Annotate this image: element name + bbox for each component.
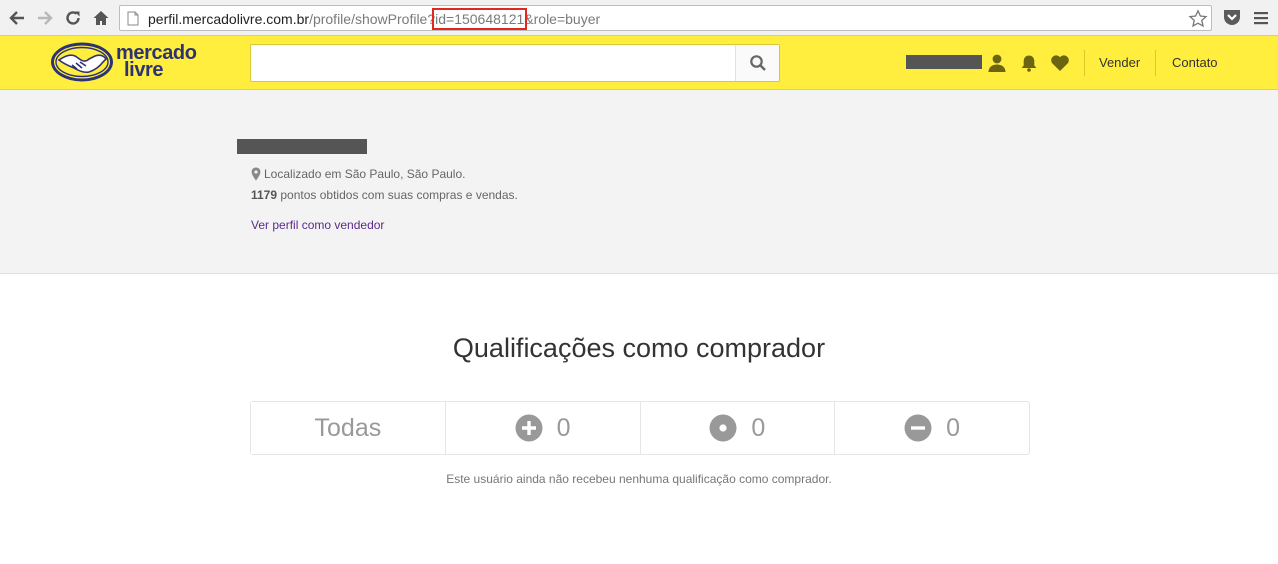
points-text: pontos obtidos com suas compras e vendas… [277, 188, 518, 202]
back-arrow-icon[interactable] [6, 7, 28, 29]
points-value: 1179 [251, 188, 278, 202]
search-input[interactable] [251, 45, 735, 81]
address-bar[interactable]: perfil.mercadolivre.com.br/profile/showP… [119, 5, 1212, 31]
favorites-heart-icon[interactable] [1050, 54, 1070, 72]
url-host: perfil.mercadolivre.com.br [148, 11, 310, 27]
home-icon[interactable] [90, 7, 112, 29]
url-query-rest: &role=buyer [524, 11, 601, 27]
notifications-bell-icon[interactable] [1020, 54, 1038, 72]
plus-circle-icon [515, 414, 543, 442]
logo-wordmark: mercado livre [116, 43, 197, 81]
url-path: /profile/showProfile? [309, 11, 436, 27]
neutral-circle-icon [709, 414, 737, 442]
view-seller-profile-link[interactable]: Ver perfil como vendedor [251, 218, 384, 232]
ratings-filter-bar: Todas 0 0 0 [250, 401, 1030, 455]
reload-icon[interactable] [62, 7, 84, 29]
handshake-logo-icon [51, 42, 113, 82]
search-box [250, 44, 780, 82]
page-icon [127, 11, 139, 26]
empty-ratings-message: Este usuário ainda não recebeu nenhuma q… [446, 472, 832, 486]
browser-toolbar: perfil.mercadolivre.com.br/profile/showP… [0, 0, 1278, 36]
pocket-extension-icon[interactable] [1222, 8, 1242, 28]
filter-all-label: Todas [314, 413, 382, 442]
profile-location: Localizado em São Paulo, São Paulo. [251, 167, 465, 181]
ratings-title: Qualificações como comprador [452, 333, 826, 363]
location-pin-icon [251, 167, 261, 181]
search-button[interactable] [735, 45, 779, 81]
redacted-username[interactable] [906, 55, 982, 69]
profile-section: Localizado em São Paulo, São Paulo. 1179… [0, 90, 1278, 274]
redacted-profile-name [237, 139, 367, 154]
location-text: Localizado em São Paulo, São Paulo. [264, 167, 466, 181]
user-icon[interactable] [987, 54, 1007, 72]
filter-negative-tab[interactable]: 0 [835, 402, 1029, 454]
header-divider [1155, 50, 1156, 76]
negative-count: 0 [946, 413, 961, 442]
filter-positive-tab[interactable]: 0 [446, 402, 641, 454]
url-id-highlight: id=150648121 [435, 11, 525, 27]
neutral-count: 0 [751, 413, 766, 442]
header-divider [1084, 50, 1085, 76]
contact-link[interactable]: Contato [1172, 55, 1218, 70]
filter-all-tab[interactable]: Todas [251, 402, 446, 454]
menu-icon[interactable] [1252, 8, 1270, 28]
profile-points: 1179 pontos obtidos com suas compras e v… [251, 188, 518, 202]
url-text[interactable]: perfil.mercadolivre.com.br/profile/showP… [148, 11, 600, 27]
filter-neutral-tab[interactable]: 0 [641, 402, 836, 454]
bookmark-star-icon[interactable] [1188, 9, 1208, 29]
site-header: mercado livre Vender Contato [0, 36, 1278, 90]
minus-circle-icon [904, 414, 932, 442]
mercadolivre-logo[interactable]: mercado livre [50, 41, 212, 85]
logo-line-2: livre [124, 59, 164, 81]
sell-link[interactable]: Vender [1099, 55, 1140, 70]
positive-count: 0 [556, 413, 571, 442]
forward-arrow-icon[interactable] [34, 7, 56, 29]
search-icon [749, 55, 766, 71]
